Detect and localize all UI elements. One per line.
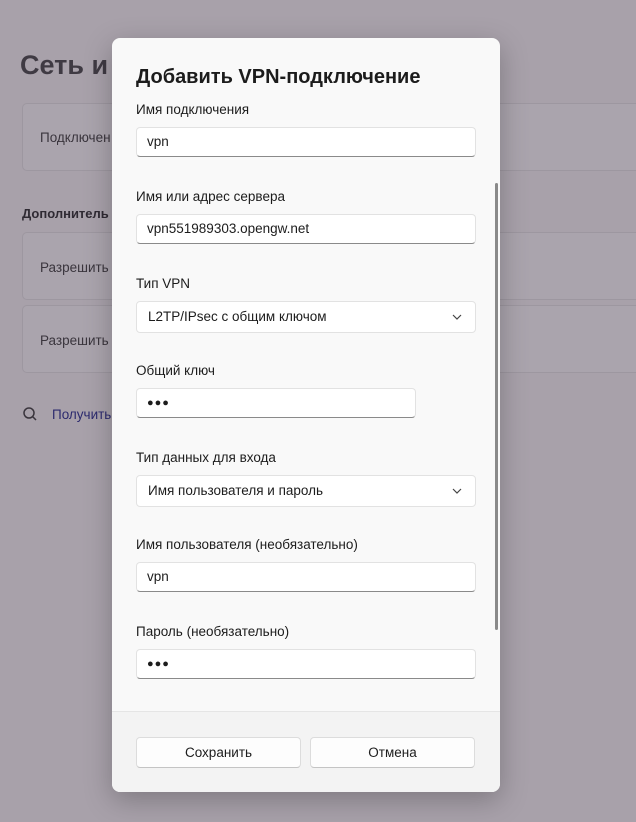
username-input[interactable]: vpn: [136, 562, 476, 592]
cancel-button[interactable]: Отмена: [310, 737, 475, 768]
search-shield-icon: [23, 407, 37, 421]
dialog-footer: Сохранить Отмена: [112, 711, 500, 792]
chevron-down-icon: [452, 488, 462, 494]
allow-card-2-label: Разрешить: [40, 333, 109, 348]
section-heading: Дополнитель: [22, 206, 109, 221]
connection-card-label: Подключен: [40, 130, 111, 145]
help-link-label: Получить: [52, 407, 112, 422]
allow-card-1-label: Разрешить: [40, 260, 109, 275]
shared-key-label: Общий ключ: [136, 363, 215, 378]
connection-name-input[interactable]: vpn: [136, 127, 476, 157]
signin-type-label: Тип данных для входа: [136, 450, 276, 465]
chevron-down-icon: [452, 314, 462, 320]
signin-type-select[interactable]: Имя пользователя и пароль: [136, 475, 476, 507]
vpn-type-label: Тип VPN: [136, 276, 191, 291]
server-input[interactable]: vpn551989303.opengw.net: [136, 214, 476, 244]
help-link[interactable]: Получить: [22, 406, 111, 422]
password-input[interactable]: ●●●: [136, 649, 476, 679]
scrollbar[interactable]: [495, 183, 498, 630]
password-label: Пароль (необязательно): [136, 624, 290, 639]
vpn-type-value: L2TP/IPsec с общим ключом: [148, 309, 327, 324]
shared-key-input[interactable]: ●●●: [136, 388, 416, 418]
page-title: Сеть и: [20, 50, 109, 80]
add-vpn-dialog: Добавить VPN-подключение Имя подключения…: [112, 38, 500, 792]
save-button[interactable]: Сохранить: [136, 737, 301, 768]
server-label: Имя или адрес сервера: [136, 189, 285, 204]
signin-type-value: Имя пользователя и пароль: [148, 483, 324, 498]
dialog-title: Добавить VPN-подключение: [136, 66, 421, 88]
vpn-type-select[interactable]: L2TP/IPsec с общим ключом: [136, 301, 476, 333]
username-label: Имя пользователя (необязательно): [136, 537, 358, 552]
connection-name-label: Имя подключения: [136, 102, 250, 117]
